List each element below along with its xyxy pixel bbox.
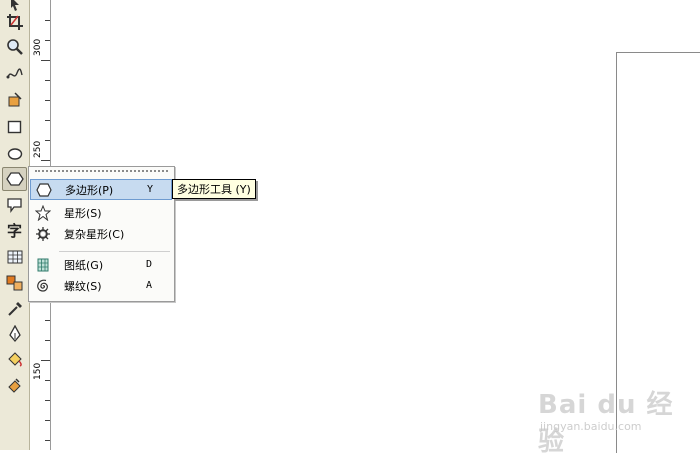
menu-item-complex-star[interactable]: 复杂星形(C)	[30, 223, 172, 244]
menu-item-label: 图纸(G)	[64, 258, 104, 272]
freehand-tool-button[interactable]	[3, 63, 26, 85]
menu-item-shortcut: D	[146, 259, 153, 270]
basic-shapes-tool-button[interactable]	[3, 194, 26, 216]
zoom-icon	[6, 39, 23, 55]
paint-bucket-icon	[7, 352, 22, 367]
menu-item-label: 螺纹(S)	[64, 279, 102, 293]
menu-item-shortcut: A	[146, 280, 153, 291]
pen-nib-icon	[8, 325, 21, 343]
ruler-tick	[45, 120, 50, 121]
menu-item-star[interactable]: 星形(S)	[30, 202, 172, 223]
flyout-grip[interactable]	[35, 170, 168, 174]
menu-item-graph-paper[interactable]: 图纸(G) D	[30, 254, 172, 275]
menu-item-label: 复杂星形(C)	[64, 227, 125, 241]
ruler-tick	[45, 420, 50, 421]
polygon-icon	[5, 172, 24, 186]
outline-pen-tool-button[interactable]	[3, 323, 26, 345]
menu-item-label: 星形(S)	[64, 206, 102, 220]
ruler-tick	[45, 80, 50, 81]
ruler-tick	[45, 380, 50, 381]
menu-item-spiral[interactable]: 螺纹(S) A	[30, 275, 172, 296]
ruler-tick	[45, 20, 50, 21]
text-tool-button[interactable]: 字	[3, 219, 26, 241]
crop-tool-button[interactable]	[3, 11, 26, 33]
eyedropper-tool-button[interactable]	[3, 298, 26, 320]
polygon-tool-button[interactable]	[2, 167, 27, 191]
menu-item-label: 多边形(P)	[65, 183, 114, 197]
ruler-tick	[45, 140, 50, 141]
table-icon	[7, 250, 22, 264]
smart-fill-tool-button[interactable]	[3, 89, 26, 111]
interactive-fill-tool-button[interactable]	[3, 375, 26, 397]
ruler-label-150: 150	[33, 362, 43, 380]
baidu-jingyan-watermark: Bai du 经验 jingyan.baidu.com	[538, 378, 698, 457]
watermark-url: jingyan.baidu.com	[540, 420, 642, 433]
toolbox: 字	[0, 0, 30, 450]
ellipse-icon	[7, 148, 22, 160]
ruler-tick	[45, 440, 50, 441]
ruler-tick	[41, 60, 50, 61]
ruler-label-300: 300	[33, 38, 43, 56]
ruler-tick	[41, 360, 50, 361]
fill-tool-button[interactable]	[3, 349, 26, 371]
ruler-tick	[45, 40, 50, 41]
ruler-tick	[45, 320, 50, 321]
ruler-tick	[45, 340, 50, 341]
freehand-icon	[6, 68, 23, 79]
menu-separator	[59, 251, 170, 252]
menu-item-shortcut: Y	[147, 184, 154, 195]
interactive-fill-icon	[7, 378, 21, 393]
polygon-tool-tooltip: 多边形工具 (Y)	[172, 179, 256, 199]
eyedropper-icon	[7, 302, 22, 316]
callout-shape-icon	[6, 198, 22, 213]
blend-tool-button[interactable]	[3, 272, 26, 294]
polygon-icon	[33, 180, 55, 200]
crop-icon	[6, 14, 23, 30]
blend-icon	[6, 275, 22, 291]
ruler-label-250: 250	[33, 140, 43, 158]
rectangle-tool-button[interactable]	[3, 116, 26, 138]
rectangle-icon	[7, 120, 21, 134]
complex-star-icon	[32, 224, 54, 244]
zoom-tool-button[interactable]	[3, 36, 26, 58]
polygon-tools-flyout: 多边形(P) Y 星形(S) 复杂星形(C) 图纸(G) D 螺纹(S) A	[28, 166, 175, 302]
ruler-tick	[45, 400, 50, 401]
spiral-icon	[32, 276, 54, 296]
table-tool-button[interactable]	[3, 246, 26, 268]
smart-fill-icon	[8, 92, 22, 107]
text-tool-icon: 字	[6, 221, 22, 240]
ruler-tick	[45, 100, 50, 101]
star-icon	[32, 203, 54, 223]
graph-paper-icon	[32, 255, 54, 275]
ruler-tick	[41, 160, 50, 161]
menu-item-polygon[interactable]: 多边形(P) Y	[30, 179, 172, 200]
ellipse-tool-button[interactable]	[3, 142, 26, 164]
